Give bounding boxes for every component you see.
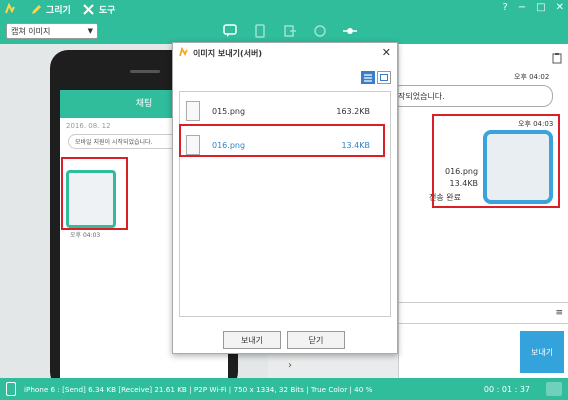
menu-tools[interactable]: 도구 xyxy=(83,3,116,16)
file-row[interactable]: 015.png 163.2KB xyxy=(180,94,390,128)
connection-info: iPhone 6 : [Send] 6.34 KB [Receive] 21.6… xyxy=(24,384,373,394)
chat-send-button[interactable]: 보내기 xyxy=(520,331,564,373)
help-button[interactable]: ? xyxy=(502,2,507,13)
dialog-title-bar: 이미지 보내기(서버) xyxy=(173,43,397,63)
thumbnail-view-icon[interactable] xyxy=(377,71,391,84)
camera-icon[interactable] xyxy=(546,382,562,396)
dialog-send-button[interactable]: 보내기 xyxy=(223,331,281,349)
minimize-button[interactable]: − xyxy=(518,2,526,13)
list-view-icon[interactable] xyxy=(361,71,375,84)
phone-icon xyxy=(6,382,16,396)
connect-icon[interactable] xyxy=(342,23,358,39)
message-bubble: 작되었습니다. xyxy=(391,85,553,107)
highlight-box-phone-image xyxy=(61,157,128,230)
message-time: 오후 04:02 xyxy=(514,73,550,81)
pencil-icon xyxy=(30,3,42,15)
phone-speaker xyxy=(130,70,160,73)
menu-tools-label: 도구 xyxy=(98,5,116,16)
file-size: 163.2KB xyxy=(336,106,370,116)
phone-image-time: 오후 04:03 xyxy=(70,232,101,239)
close-button[interactable]: ✕ xyxy=(556,2,564,13)
export-icon[interactable] xyxy=(282,23,298,39)
dialog-close-button[interactable]: 닫기 xyxy=(287,331,345,349)
chevron-right-icon[interactable]: › xyxy=(288,360,292,371)
tools-icon xyxy=(83,3,95,15)
dialog-close-icon[interactable]: ✕ xyxy=(382,46,391,59)
chat-panel: 오후 04:02 작되었습니다. 오후 04:03 016.png 13.4KB… xyxy=(391,44,568,378)
status-bar: iPhone 6 : [Send] 6.34 KB [Receive] 21.6… xyxy=(0,378,568,400)
menu-draw[interactable]: 그리기 xyxy=(30,3,71,16)
app-logo-icon xyxy=(4,2,18,16)
chevron-down-icon: ▼ xyxy=(87,27,93,35)
chat-icon[interactable] xyxy=(222,23,238,39)
file-icon[interactable] xyxy=(252,23,268,39)
dialog-title: 이미지 보내기(서버) xyxy=(193,48,262,58)
menu-icon[interactable]: ≡ xyxy=(555,308,563,318)
input-toolbar: ≡ xyxy=(399,302,568,324)
refresh-icon[interactable] xyxy=(312,23,328,39)
capture-image-select[interactable]: 캡쳐 이미지 ▼ xyxy=(6,23,98,39)
file-thumbnail xyxy=(186,101,200,121)
send-image-dialog: 이미지 보내기(서버) ✕ 015.png 163.2KB 016.png 13… xyxy=(172,42,398,354)
clipboard-icon[interactable] xyxy=(552,52,562,67)
menu-draw-label: 그리기 xyxy=(46,5,71,16)
capture-image-select-value: 캡쳐 이미지 xyxy=(11,27,51,36)
toolbar: 캡쳐 이미지 ▼ xyxy=(0,18,568,44)
elapsed-time: 00 : 01 : 37 xyxy=(483,385,530,394)
highlight-box-selected-file xyxy=(179,124,385,157)
app-logo-icon xyxy=(179,46,189,59)
title-bar: 그리기 도구 ? − □ ✕ xyxy=(0,0,568,18)
highlight-box-sent-image xyxy=(432,114,560,208)
maximize-button[interactable]: □ xyxy=(536,2,545,13)
file-name: 015.png xyxy=(212,106,246,116)
